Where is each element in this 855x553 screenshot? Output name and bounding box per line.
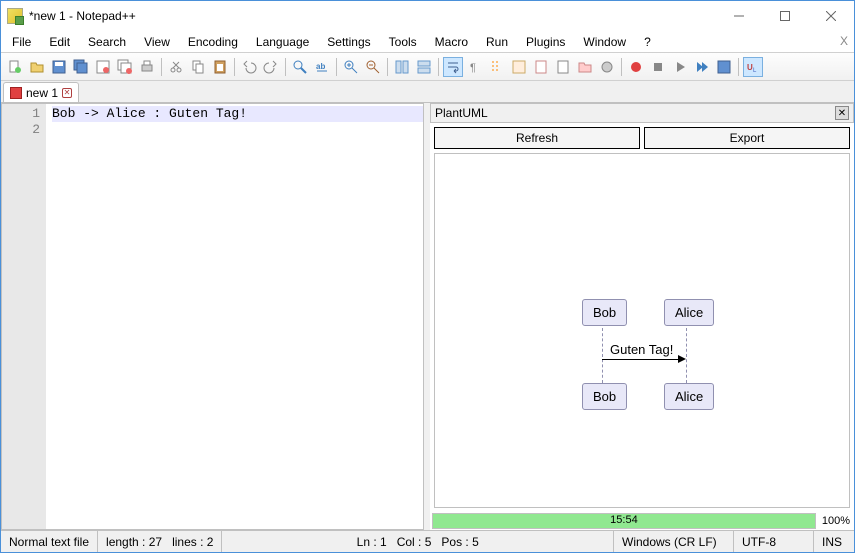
file-modified-icon xyxy=(10,87,22,99)
diagram-actor-alice-bottom: Alice xyxy=(664,383,714,410)
new-file-icon[interactable] xyxy=(5,57,25,77)
wordwrap-icon[interactable] xyxy=(443,57,463,77)
menu-language[interactable]: Language xyxy=(247,33,318,51)
menu-view[interactable]: View xyxy=(135,33,179,51)
tab-new1[interactable]: new 1 ✕ xyxy=(3,82,79,102)
diagram-view[interactable]: Bob Alice Guten Tag! Bob Alice xyxy=(434,153,850,508)
doc-map-icon[interactable] xyxy=(531,57,551,77)
stop-icon[interactable] xyxy=(648,57,668,77)
menu-bar: File Edit Search View Encoding Language … xyxy=(1,31,854,53)
udl-icon[interactable] xyxy=(509,57,529,77)
title-bar: *new 1 - Notepad++ xyxy=(1,1,854,31)
tab-label: new 1 xyxy=(26,86,58,100)
plugin-title: PlantUML xyxy=(435,106,488,120)
lifeline xyxy=(686,328,687,383)
editor-pane: 1 2 Bob -> Alice : Guten Tag! xyxy=(1,103,424,530)
menu-settings[interactable]: Settings xyxy=(318,33,379,51)
status-ins[interactable]: INS xyxy=(814,531,854,552)
status-eol[interactable]: Windows (CR LF) xyxy=(614,531,734,552)
replace-icon[interactable]: ab xyxy=(312,57,332,77)
code-line[interactable]: Bob -> Alice : Guten Tag! xyxy=(52,106,423,122)
status-length: length : 27 lines : 2 xyxy=(98,531,222,552)
window-title: *new 1 - Notepad++ xyxy=(29,9,716,23)
menu-run[interactable]: Run xyxy=(477,33,517,51)
progress-bar: 15:54 xyxy=(432,513,816,529)
plugin-status-bar: 15:54 100% xyxy=(430,512,854,530)
menu-tools[interactable]: Tools xyxy=(380,33,426,51)
save-icon[interactable] xyxy=(49,57,69,77)
plugin-close-icon[interactable]: ✕ xyxy=(835,106,849,120)
indent-guide-icon[interactable] xyxy=(487,57,507,77)
save-macro-icon[interactable] xyxy=(714,57,734,77)
status-encoding[interactable]: UTF-8 xyxy=(734,531,814,552)
undo-icon[interactable] xyxy=(239,57,259,77)
code-area[interactable]: Bob -> Alice : Guten Tag! xyxy=(46,104,423,529)
diagram-actor-alice-top: Alice xyxy=(664,299,714,326)
monitor-icon[interactable] xyxy=(597,57,617,77)
status-bar: Normal text file length : 27 lines : 2 L… xyxy=(1,530,854,552)
play-icon[interactable] xyxy=(670,57,690,77)
tab-bar: new 1 ✕ xyxy=(1,81,854,103)
app-icon xyxy=(7,8,23,24)
copy-icon[interactable] xyxy=(188,57,208,77)
arrow-icon xyxy=(602,359,680,360)
plugin-title-bar: PlantUML ✕ xyxy=(430,103,854,123)
sync-h-icon[interactable] xyxy=(414,57,434,77)
menu-help[interactable]: ? xyxy=(635,33,660,51)
arrowhead-icon xyxy=(678,355,686,363)
toolbar: ab ¶ UL xyxy=(1,53,854,81)
play-multi-icon[interactable] xyxy=(692,57,712,77)
sync-v-icon[interactable] xyxy=(392,57,412,77)
menu-macro[interactable]: Macro xyxy=(426,33,477,51)
close-button[interactable] xyxy=(808,1,854,31)
export-button[interactable]: Export xyxy=(644,127,850,149)
menubar-close-icon[interactable]: X xyxy=(840,34,848,48)
minimize-button[interactable] xyxy=(716,1,762,31)
save-all-icon[interactable] xyxy=(71,57,91,77)
progress-time: 15:54 xyxy=(433,514,815,526)
status-position: Ln : 1 Col : 5 Pos : 5 xyxy=(222,531,614,552)
close-file-icon[interactable] xyxy=(93,57,113,77)
svg-text:L: L xyxy=(753,68,757,74)
show-all-chars-icon[interactable]: ¶ xyxy=(465,57,485,77)
line-gutter: 1 2 xyxy=(2,104,46,529)
menu-encoding[interactable]: Encoding xyxy=(179,33,247,51)
zoom-out-icon[interactable] xyxy=(363,57,383,77)
maximize-button[interactable] xyxy=(762,1,808,31)
menu-search[interactable]: Search xyxy=(79,33,135,51)
print-icon[interactable] xyxy=(137,57,157,77)
svg-text:ab: ab xyxy=(316,62,325,71)
text-editor[interactable]: 1 2 Bob -> Alice : Guten Tag! xyxy=(2,104,423,529)
tab-close-icon[interactable]: ✕ xyxy=(62,88,72,98)
menu-file[interactable]: File xyxy=(3,33,40,51)
paste-icon[interactable] xyxy=(210,57,230,77)
menu-plugins[interactable]: Plugins xyxy=(517,33,574,51)
redo-icon[interactable] xyxy=(261,57,281,77)
diagram-actor-bob-bottom: Bob xyxy=(582,383,627,410)
find-icon[interactable] xyxy=(290,57,310,77)
svg-text:¶: ¶ xyxy=(470,62,476,74)
zoom-in-icon[interactable] xyxy=(341,57,361,77)
menu-edit[interactable]: Edit xyxy=(40,33,79,51)
diagram-actor-bob-top: Bob xyxy=(582,299,627,326)
lifeline xyxy=(602,328,603,383)
refresh-button[interactable]: Refresh xyxy=(434,127,640,149)
plantuml-panel: PlantUML ✕ Refresh Export Bob Alice Gute… xyxy=(430,103,854,530)
diagram-message: Guten Tag! xyxy=(610,342,673,357)
plantuml-icon[interactable]: UL xyxy=(743,57,763,77)
folder-icon[interactable] xyxy=(575,57,595,77)
close-all-icon[interactable] xyxy=(115,57,135,77)
cut-icon[interactable] xyxy=(166,57,186,77)
menu-window[interactable]: Window xyxy=(574,33,635,51)
func-list-icon[interactable] xyxy=(553,57,573,77)
progress-percent: 100% xyxy=(818,515,854,527)
open-file-icon[interactable] xyxy=(27,57,47,77)
status-filetype: Normal text file xyxy=(1,531,98,552)
record-icon[interactable] xyxy=(626,57,646,77)
